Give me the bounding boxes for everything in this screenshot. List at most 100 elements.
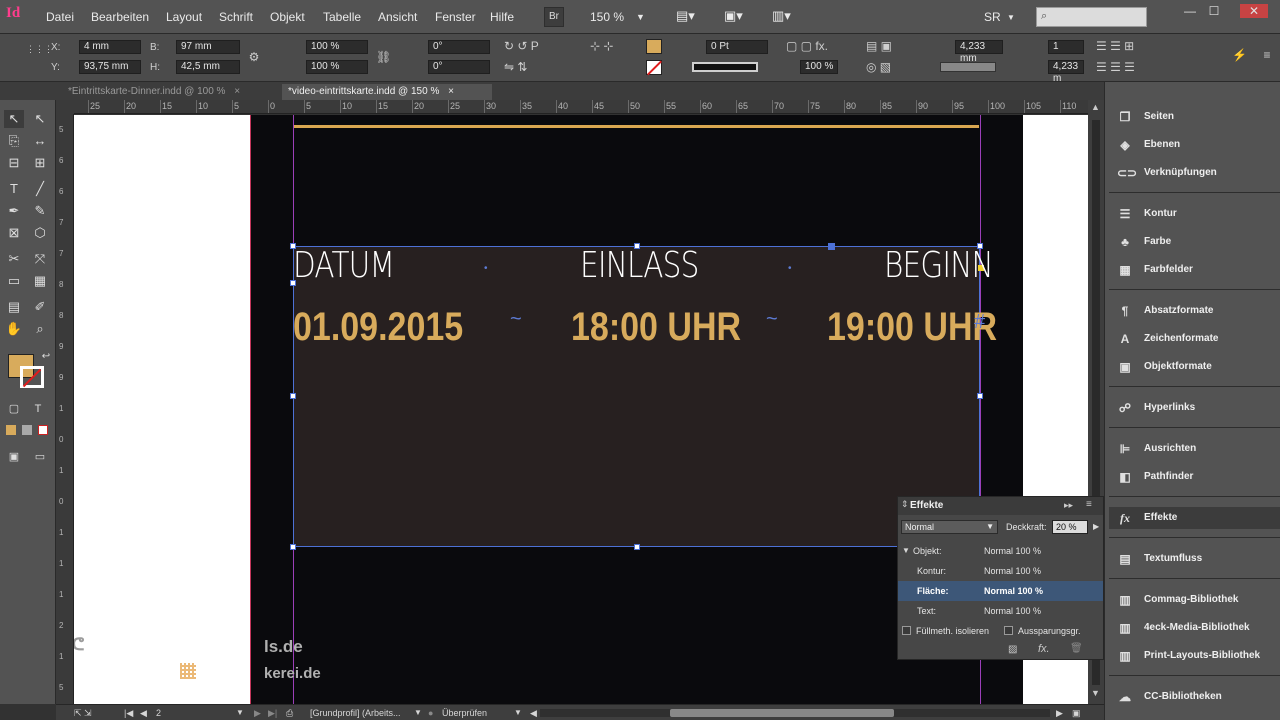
scale-y-field[interactable]: 100 % bbox=[306, 60, 368, 74]
panel-textumfluss[interactable]: ▤ Textumfluss bbox=[1115, 548, 1275, 570]
rotation-field[interactable]: 0° bbox=[428, 40, 490, 54]
panel-effekte[interactable]: fx Effekte bbox=[1109, 507, 1280, 529]
height-field[interactable]: 42,5 mm bbox=[176, 60, 240, 74]
isolate-blending-checkbox[interactable] bbox=[902, 626, 911, 635]
direct-selection-tool-icon[interactable]: ↖ bbox=[30, 110, 50, 128]
stroke-weight-field[interactable]: 0 Pt bbox=[706, 40, 768, 54]
x-position-field[interactable]: 4 mm bbox=[79, 40, 141, 54]
panel-hyperlinks[interactable]: ☍ Hyperlinks bbox=[1115, 397, 1275, 419]
text-wrap-icons[interactable]: ▤ ▣ bbox=[866, 39, 906, 53]
gutter-field[interactable]: 4,233 m bbox=[1048, 60, 1084, 84]
menu-tabelle[interactable]: Tabelle bbox=[323, 10, 361, 24]
apply-color-icon[interactable] bbox=[6, 425, 16, 435]
rotate-buttons-icon[interactable]: ↻ ↺ P bbox=[504, 39, 574, 53]
link-scale-icon[interactable]: ⛓ bbox=[376, 50, 391, 64]
close-icon[interactable]: × bbox=[234, 86, 240, 97]
expand-triangle-icon[interactable]: ▼ bbox=[902, 541, 910, 561]
y-position-field[interactable]: 93,75 mm bbox=[79, 60, 141, 74]
apply-none-icon[interactable] bbox=[38, 425, 48, 435]
search-input[interactable]: ⌕ bbox=[1036, 7, 1147, 27]
panel-menu-icon[interactable]: ≡ bbox=[1086, 499, 1092, 510]
tab-video-eintrittskarte[interactable]: *video-eintrittskarte.indd @ 150 % × bbox=[282, 84, 492, 100]
clear-effects-icon[interactable]: ▨ bbox=[1008, 644, 1017, 655]
scroll-right-icon[interactable]: ▶ bbox=[1056, 707, 1063, 719]
menu-hilfe[interactable]: Hilfe bbox=[490, 10, 514, 24]
columns-field[interactable]: 1 bbox=[1048, 40, 1084, 54]
opacity-field[interactable]: 100 % bbox=[800, 60, 838, 74]
eyedropper-tool-icon[interactable]: ✐ bbox=[30, 298, 50, 316]
stroke-type-dropdown[interactable] bbox=[692, 62, 758, 72]
horizontal-scrollbar[interactable] bbox=[540, 709, 1050, 717]
zoom-tool-icon[interactable]: ⌕ bbox=[30, 320, 50, 338]
panel-absatzformate[interactable]: ¶ Absatzformate bbox=[1115, 300, 1275, 322]
screen-mode-icon[interactable]: ▣▾ bbox=[724, 8, 743, 24]
stroke-swatch[interactable] bbox=[20, 366, 44, 388]
close-button[interactable]: ✕ bbox=[1240, 4, 1268, 18]
value-beginn[interactable]: 19:00 UHR bbox=[827, 305, 997, 350]
content-collector-icon[interactable]: ⊟ bbox=[4, 154, 24, 172]
formatting-container-icon[interactable]: ▢ bbox=[4, 400, 24, 418]
effects-row-flaeche[interactable]: Fläche: Normal 100 % bbox=[898, 581, 1103, 601]
handle-middle-left[interactable] bbox=[290, 393, 296, 399]
selection-tool-icon[interactable]: ↖ bbox=[4, 110, 24, 128]
vertical-ruler[interactable]: 5 6 6 7 7 8 8 9 9 1 0 1 0 1 1 1 2 1 5 bbox=[56, 114, 74, 704]
preflight-dropdown-icon[interactable]: ▼ bbox=[514, 707, 522, 719]
control-panel-menu-icon[interactable]: ≡ bbox=[1260, 48, 1274, 62]
panel-ebenen[interactable]: ◈ Ebenen bbox=[1115, 134, 1275, 156]
stroke-style-dropdown[interactable] bbox=[940, 62, 996, 72]
panel-ausrichten[interactable]: ⊫ Ausrichten bbox=[1115, 438, 1275, 460]
horizontal-scroll-thumb[interactable] bbox=[670, 709, 894, 717]
line-tool-icon[interactable]: ╱ bbox=[30, 180, 50, 198]
apply-gradient-icon[interactable] bbox=[22, 425, 32, 435]
scissors-tool-icon[interactable]: ✂ bbox=[4, 250, 24, 268]
scroll-left-icon[interactable]: ◀ bbox=[530, 707, 537, 719]
fx-add-effect-icon[interactable]: fx. bbox=[1038, 643, 1050, 655]
type-tool-icon[interactable]: T bbox=[4, 180, 24, 198]
blend-mode-dropdown[interactable]: Normal ▼ bbox=[901, 520, 998, 534]
page-dropdown-icon[interactable]: ▼ bbox=[236, 707, 244, 719]
label-einlass[interactable]: EINLASS bbox=[580, 245, 699, 286]
panel-cc-bibliotheken[interactable]: ☁ CC-Bibliotheken bbox=[1115, 686, 1275, 708]
fill-color-swatch[interactable] bbox=[646, 39, 662, 54]
maximize-button[interactable]: ☐ bbox=[1200, 4, 1228, 20]
polygon-tool-icon[interactable]: ⬡ bbox=[30, 224, 50, 242]
panel-pathfinder[interactable]: ◧ Pathfinder bbox=[1115, 466, 1275, 488]
pencil-tool-icon[interactable]: ✎ bbox=[30, 202, 50, 220]
trash-icon[interactable]: 🗑 bbox=[1070, 643, 1083, 654]
menu-datei[interactable]: Datei bbox=[46, 10, 74, 24]
value-date[interactable]: 01.09.2015 bbox=[293, 305, 463, 350]
panel-farbe[interactable]: ♣ Farbe bbox=[1115, 231, 1275, 253]
panel-zeichenformate[interactable]: A Zeichenformate bbox=[1115, 328, 1275, 350]
menu-bearbeiten[interactable]: Bearbeiten bbox=[91, 10, 149, 24]
baseline-grid-icons[interactable]: ☰ ☰ ☰ bbox=[1096, 60, 1176, 74]
selected-group-frame[interactable] bbox=[293, 246, 980, 547]
last-page-icon[interactable]: ▶| bbox=[268, 707, 277, 719]
screen-mode-preview-icon[interactable]: ▭ bbox=[30, 448, 50, 466]
preflight-label[interactable]: Überprüfen bbox=[442, 707, 487, 719]
scroll-down-icon[interactable]: ▼ bbox=[1091, 688, 1100, 698]
panel-kontur[interactable]: ☰ Kontur bbox=[1115, 203, 1275, 225]
alignment-icons[interactable]: ☰ ☰ ⊞ bbox=[1096, 39, 1176, 53]
handle-middle-right[interactable] bbox=[977, 393, 983, 399]
bridge-button[interactable]: Br bbox=[544, 7, 564, 27]
flip-buttons-icon[interactable]: ⇋ ⇅ bbox=[504, 60, 574, 74]
quick-apply-icon[interactable]: ⚡ bbox=[1232, 48, 1247, 62]
panel-commag-bibliothek[interactable]: ▥ Commag-Bibliothek bbox=[1115, 589, 1275, 611]
effects-row-kontur[interactable]: Kontur: Normal 100 % bbox=[898, 561, 1103, 581]
page-nav-icons[interactable]: ⇱ ⇲ bbox=[74, 707, 92, 719]
arrange-documents-icon[interactable]: ▥▾ bbox=[772, 8, 791, 24]
panel-print-layouts-bibliothek[interactable]: ▥ Print-Layouts-Bibliothek bbox=[1115, 645, 1275, 667]
frame-anchor[interactable] bbox=[828, 243, 835, 250]
view-options-icon[interactable]: ▤▾ bbox=[676, 8, 695, 24]
close-icon[interactable]: × bbox=[448, 86, 454, 97]
panel-seiten[interactable]: ❐ Seiten bbox=[1115, 106, 1275, 128]
width-field[interactable]: 97 mm bbox=[176, 40, 240, 54]
previous-page-icon[interactable]: ◀ bbox=[140, 707, 147, 719]
swap-fill-stroke-icon[interactable]: ↩ bbox=[36, 348, 56, 366]
first-page-icon[interactable]: |◀ bbox=[124, 707, 133, 719]
toggle-view-icon[interactable]: ▣ bbox=[1072, 707, 1081, 719]
pen-tool-icon[interactable]: ✒ bbox=[4, 202, 24, 220]
menu-schrift[interactable]: Schrift bbox=[219, 10, 253, 24]
constrain-proportions-icon[interactable]: ⚙ bbox=[246, 50, 262, 64]
panel-objektformate[interactable]: ▣ Objektformate bbox=[1115, 356, 1275, 378]
